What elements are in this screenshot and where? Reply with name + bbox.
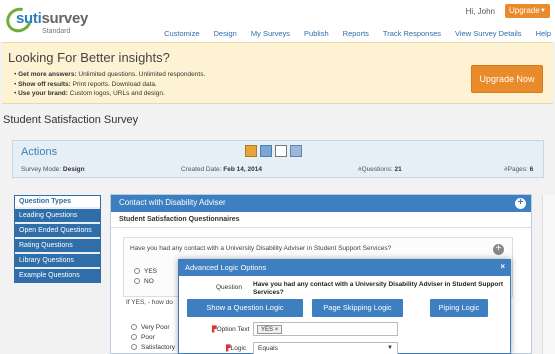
- remove-tag-icon[interactable]: ×: [275, 327, 279, 333]
- banner-benefits-list: Get more answers: Unlimited questions. U…: [14, 70, 205, 99]
- logic-label: ▛Logic: [226, 345, 247, 352]
- panel-subtitle: Student Satisfaction Questionnaires: [111, 212, 531, 228]
- created-date: Created Date: Feb 14, 2014: [181, 166, 262, 173]
- option-text-label: ▛Option Text: [212, 326, 250, 333]
- dialog-title: Advanced Logic Options: [185, 263, 267, 272]
- option-satisfactory[interactable]: Satisfactory: [131, 344, 175, 351]
- upgrade-pill-button[interactable]: Upgrade ▼: [505, 4, 550, 18]
- close-icon[interactable]: ×: [500, 262, 505, 271]
- upgrade-pill-label: Upgrade: [509, 6, 540, 15]
- option-tag-yes[interactable]: YES ×: [257, 325, 283, 334]
- nav-design[interactable]: Design: [214, 29, 237, 38]
- nav-reports[interactable]: Reports: [343, 29, 369, 38]
- radio-icon: [134, 268, 140, 275]
- question-count: #Questions: 21: [358, 166, 402, 173]
- option-very-poor[interactable]: Very Poor: [131, 324, 170, 331]
- piping-logic-button[interactable]: Piping Logic: [430, 299, 488, 317]
- nav-view-survey-details[interactable]: View Survey Details: [455, 29, 522, 38]
- user-greeting[interactable]: Hi, John: [466, 7, 495, 16]
- question-text: Have you had any contact with a Universi…: [130, 245, 392, 252]
- option-poor[interactable]: Poor: [131, 334, 155, 341]
- logo-edition: Standard: [42, 28, 71, 35]
- nav-my-surveys[interactable]: My Surveys: [251, 29, 290, 38]
- nav-publish[interactable]: Publish: [304, 29, 329, 38]
- question2-text: If YES, - how do: [126, 299, 173, 306]
- show-question-logic-button[interactable]: Show a Question Logic: [187, 299, 303, 317]
- sidebar-item-open-ended-questions[interactable]: Open Ended Questions: [15, 222, 100, 237]
- survey-mode: Survey Mode: Design: [21, 166, 85, 173]
- option-no[interactable]: NO: [134, 278, 154, 285]
- page-count: #Pages: 6: [504, 166, 534, 173]
- advanced-logic-dialog: Advanced Logic Options × Question Have y…: [178, 259, 511, 354]
- question-types-title: Question Types: [15, 196, 100, 207]
- logo-text-survey: survey: [41, 10, 89, 27]
- panel-header: Contact with Disability Adviser +: [111, 195, 531, 212]
- banner-benefit: Get more answers: Unlimited questions. U…: [14, 70, 205, 80]
- page-title: Student Satisfaction Survey: [3, 114, 139, 126]
- app-header: sutisurvey Standard Hi, John Upgrade ▼ C…: [0, 0, 555, 42]
- sidebar-item-example-questions[interactable]: Example Questions: [15, 267, 100, 282]
- question-label: Question: [216, 284, 243, 291]
- chevron-down-icon: ▼: [387, 345, 393, 351]
- radio-icon: [134, 278, 140, 285]
- option-text-input[interactable]: YES ×: [253, 322, 398, 336]
- question-options-icon[interactable]: +: [493, 244, 504, 255]
- nav-customize[interactable]: Customize: [164, 29, 199, 38]
- add-question-icon[interactable]: +: [515, 198, 526, 209]
- actions-panel: Actions Survey Mode: Design Created Date…: [12, 140, 544, 178]
- actions-title: Actions: [21, 146, 58, 158]
- logic-select[interactable]: Equals ▼: [253, 342, 398, 354]
- nav-track-responses[interactable]: Track Responses: [383, 29, 441, 38]
- sutisurvey-logo[interactable]: sutisurvey Standard: [1, 3, 89, 40]
- main-nav: Customize Design My Surveys Publish Repo…: [164, 29, 551, 38]
- banner-title: Looking For Better insights?: [8, 50, 170, 65]
- sidebar-item-rating-questions[interactable]: Rating Questions: [15, 237, 100, 252]
- dialog-header: Advanced Logic Options ×: [179, 260, 510, 276]
- radio-icon: [131, 344, 137, 351]
- radio-icon: [131, 324, 137, 331]
- banner-benefit: Show off results: Print reports. Downloa…: [14, 80, 205, 90]
- page-skipping-logic-button[interactable]: Page Skipping Logic: [312, 299, 403, 317]
- nav-help[interactable]: Help: [536, 29, 551, 38]
- upgrade-banner: Looking For Better insights? Get more an…: [2, 42, 553, 104]
- sidebar-item-library-questions[interactable]: Library Questions: [15, 252, 100, 267]
- logo-text-suti: suti: [16, 10, 42, 27]
- reorder-icon[interactable]: [275, 145, 287, 157]
- radio-icon: [131, 334, 137, 341]
- copy-icon[interactable]: [290, 145, 302, 157]
- dialog-question-text: Have you had any contact with a Universi…: [253, 281, 504, 296]
- action-toolbar: [245, 145, 302, 157]
- edit-icon[interactable]: [245, 145, 257, 157]
- chevron-down-icon: ▼: [540, 8, 546, 14]
- right-scroll-gutter: [542, 195, 555, 354]
- preview-icon[interactable]: [260, 145, 272, 157]
- sidebar-item-leading-questions[interactable]: Leading Questions: [15, 207, 100, 222]
- banner-benefit: Use your brand: Custom logos, URLs and d…: [14, 89, 205, 99]
- logic-select-value: Equals: [258, 345, 278, 352]
- option-yes[interactable]: YES: [134, 268, 157, 275]
- upgrade-now-button[interactable]: Upgrade Now: [471, 65, 543, 93]
- panel-title: Contact with Disability Adviser: [119, 198, 226, 207]
- question-types-panel: Question Types Leading Questions Open En…: [14, 195, 101, 283]
